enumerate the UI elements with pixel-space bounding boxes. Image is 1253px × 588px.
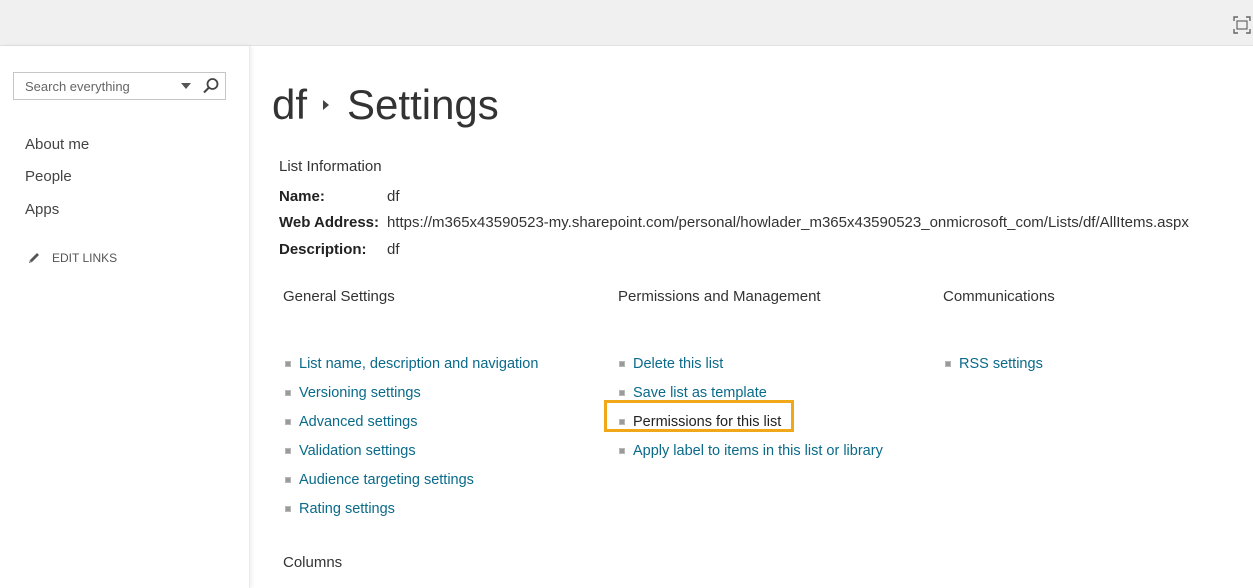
list-name-row: Name:df xyxy=(279,188,400,205)
save-list-as-template-link[interactable]: Save list as template xyxy=(633,385,767,401)
breadcrumb-list-link[interactable]: df xyxy=(272,81,307,129)
list-item: Versioning settings xyxy=(285,378,538,407)
list-name-label: Name: xyxy=(279,188,387,205)
list-name-description-navigation-link[interactable]: List name, description and navigation xyxy=(299,356,538,372)
left-navigation-panel xyxy=(0,46,250,588)
list-item: Save list as template xyxy=(619,378,883,407)
bullet-icon xyxy=(285,390,291,396)
edit-links-button[interactable]: EDIT LINKS xyxy=(27,250,117,266)
edit-links-label: EDIT LINKS xyxy=(52,251,117,265)
communications-heading: Communications xyxy=(943,288,1055,305)
validation-settings-link[interactable]: Validation settings xyxy=(299,443,416,459)
breadcrumb-separator-icon xyxy=(323,100,329,110)
search-box xyxy=(13,72,226,100)
bullet-icon xyxy=(285,477,291,483)
columns-heading: Columns xyxy=(283,554,342,571)
nav-item-apps[interactable]: Apps xyxy=(25,201,59,218)
pencil-icon xyxy=(27,251,41,265)
communications-links: RSS settings xyxy=(945,349,1043,378)
bullet-icon xyxy=(945,361,951,367)
list-item: Delete this list xyxy=(619,349,883,378)
permissions-for-this-list-link[interactable]: Permissions for this list xyxy=(633,414,781,430)
top-bar xyxy=(0,0,1253,46)
nav-item-about-me[interactable]: About me xyxy=(25,136,89,153)
bullet-icon xyxy=(285,506,291,512)
general-settings-heading: General Settings xyxy=(283,288,395,305)
list-item: List name, description and navigation xyxy=(285,349,538,378)
list-item: Apply label to items in this list or lib… xyxy=(619,436,883,465)
list-item: Audience targeting settings xyxy=(285,465,538,494)
list-information-heading: List Information xyxy=(279,158,382,175)
nav-item-people[interactable]: People xyxy=(25,168,72,185)
page-title: df Settings xyxy=(272,78,499,132)
advanced-settings-link[interactable]: Advanced settings xyxy=(299,414,418,430)
bullet-icon xyxy=(619,390,625,396)
web-address-row: Web Address:https://m365x43590523-my.sha… xyxy=(279,214,1253,231)
permissions-management-links: Delete this list Save list as template P… xyxy=(619,349,883,465)
web-address-label: Web Address: xyxy=(279,214,387,231)
search-scope-dropdown-icon[interactable] xyxy=(181,83,191,89)
audience-targeting-settings-link[interactable]: Audience targeting settings xyxy=(299,472,474,488)
permissions-management-heading: Permissions and Management xyxy=(618,288,821,305)
general-settings-links: List name, description and navigation Ve… xyxy=(285,349,538,523)
description-row: Description:df xyxy=(279,241,400,258)
bullet-icon xyxy=(285,361,291,367)
list-item: Advanced settings xyxy=(285,407,538,436)
bullet-icon xyxy=(619,448,625,454)
list-item: Permissions for this list xyxy=(619,407,883,436)
web-address-value: https://m365x43590523-my.sharepoint.com/… xyxy=(387,214,1189,231)
list-name-value: df xyxy=(387,188,400,205)
breadcrumb-current-page: Settings xyxy=(347,81,499,129)
bullet-icon xyxy=(285,419,291,425)
list-item: Rating settings xyxy=(285,494,538,523)
search-input[interactable] xyxy=(14,73,174,99)
bullet-icon xyxy=(619,419,625,425)
versioning-settings-link[interactable]: Versioning settings xyxy=(299,385,421,401)
list-item: RSS settings xyxy=(945,349,1043,378)
rss-settings-link[interactable]: RSS settings xyxy=(959,356,1043,372)
bullet-icon xyxy=(285,448,291,454)
description-label: Description: xyxy=(279,241,387,258)
list-item: Validation settings xyxy=(285,436,538,465)
bullet-icon xyxy=(619,361,625,367)
description-value: df xyxy=(387,241,400,258)
delete-this-list-link[interactable]: Delete this list xyxy=(633,356,723,372)
apply-label-link[interactable]: Apply label to items in this list or lib… xyxy=(633,443,883,459)
rating-settings-link[interactable]: Rating settings xyxy=(299,501,395,517)
search-icon[interactable] xyxy=(202,77,220,95)
focus-mode-icon[interactable] xyxy=(1233,16,1251,34)
